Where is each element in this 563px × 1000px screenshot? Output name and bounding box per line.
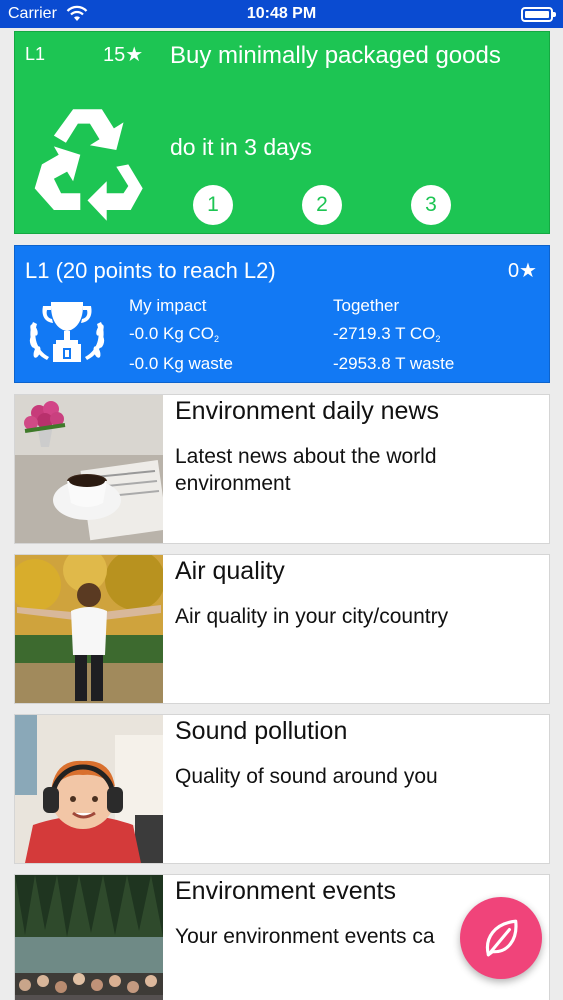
sound-pollution-card[interactable]: Sound pollution Quality of sound around … xyxy=(14,714,550,864)
sound-pollution-thumbnail xyxy=(15,715,163,863)
my-impact-heading: My impact xyxy=(129,296,207,315)
air-quality-thumbnail xyxy=(15,555,163,703)
my-impact-co2: -0.0 Kg CO2 xyxy=(129,324,220,344)
challenge-title: Buy minimally packaged goods xyxy=(170,42,501,69)
status-time: 10:48 PM xyxy=(246,5,317,22)
impact-card[interactable]: L1 (20 points to reach L2) 0★ My impact … xyxy=(14,245,550,383)
sound-pollution-title: Sound pollution xyxy=(175,717,348,745)
news-card[interactable]: Environment daily news Latest news about… xyxy=(14,394,550,544)
impact-score: 0★ xyxy=(507,260,537,282)
challenge-stars: 15★ xyxy=(103,44,144,66)
trophy-icon xyxy=(29,302,105,362)
challenge-card[interactable]: L1 15★ Buy minimally packaged goods do i… xyxy=(14,31,550,234)
my-impact-column: My impact -0.0 Kg CO2 -0.0 Kg waste xyxy=(129,292,233,378)
together-co2: -2719.3 T CO2 xyxy=(333,324,441,344)
news-description: Latest news about the world environment xyxy=(175,445,437,495)
events-title: Environment events xyxy=(175,877,396,905)
challenge-level: L1 xyxy=(25,44,46,64)
leaf-icon xyxy=(485,919,518,957)
day-2-button[interactable]: 2 xyxy=(302,185,342,225)
day-3-button[interactable]: 3 xyxy=(411,185,451,225)
day-1-button[interactable]: 1 xyxy=(193,185,233,225)
recycle-icon xyxy=(34,109,143,221)
leaf-fab-button[interactable] xyxy=(460,897,542,979)
together-waste: -2953.8 T waste xyxy=(333,354,455,373)
events-thumbnail xyxy=(15,875,163,1000)
air-quality-card[interactable]: Air quality Air quality in your city/cou… xyxy=(14,554,550,704)
news-title: Environment daily news xyxy=(175,397,440,425)
sound-pollution-description: Quality of sound around you xyxy=(175,765,438,788)
impact-level-text: L1 (20 points to reach L2) xyxy=(25,258,276,283)
app-screen: Carrier 10:48 PM L1 15★ Buy minimally pa… xyxy=(0,0,563,1000)
together-impact-column: Together -2719.3 T CO2 -2953.8 T waste xyxy=(333,292,454,378)
air-quality-description: Air quality in your city/country xyxy=(175,605,449,628)
together-heading: Together xyxy=(333,296,400,315)
my-impact-waste: -0.0 Kg waste xyxy=(129,354,233,373)
air-quality-title: Air quality xyxy=(175,557,285,585)
challenge-subtitle: do it in 3 days xyxy=(170,134,312,160)
battery-icon xyxy=(521,7,556,22)
news-thumbnail xyxy=(15,395,163,543)
status-bar: Carrier 10:48 PM xyxy=(0,0,563,28)
